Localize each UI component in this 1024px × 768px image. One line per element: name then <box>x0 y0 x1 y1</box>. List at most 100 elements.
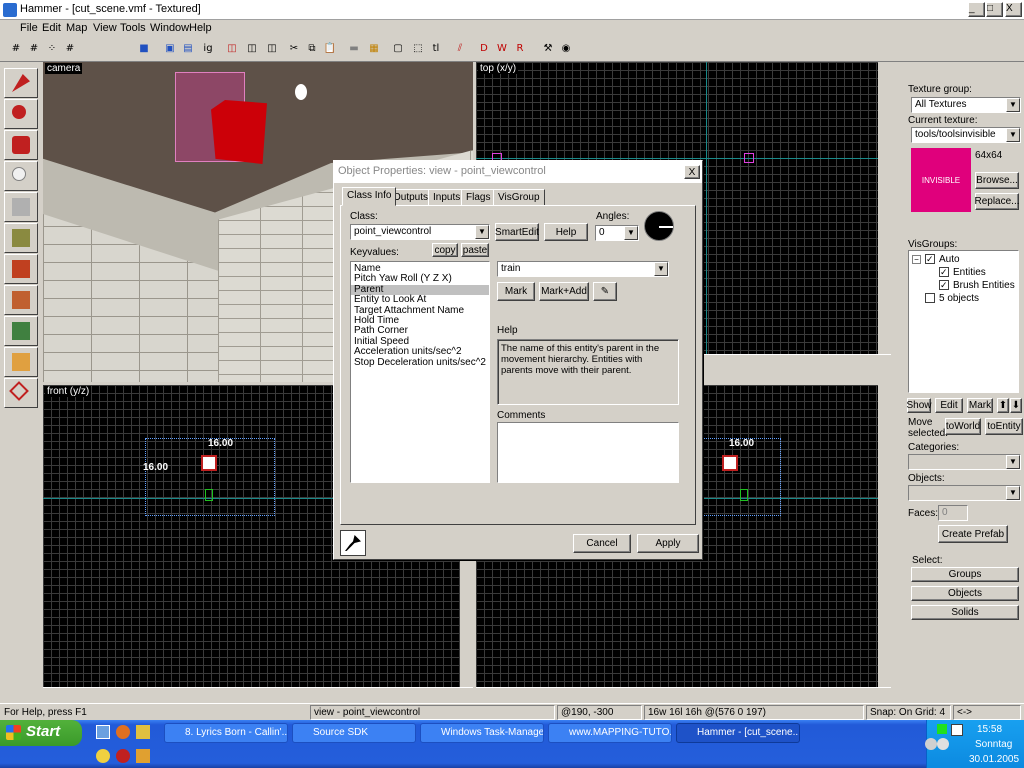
taskbar-item-winamp[interactable]: 8. Lyrics Born - Callin'... <box>164 723 288 743</box>
worldlight-icon[interactable]: W <box>494 41 510 57</box>
desktop-icon[interactable] <box>96 725 110 739</box>
game-icon[interactable] <box>116 749 130 763</box>
menu-view[interactable]: View <box>93 22 117 34</box>
tab-class-info[interactable]: Class Info <box>342 187 397 206</box>
start-button[interactable]: Start <box>0 720 82 746</box>
visgroups-tree[interactable]: − ✓ Auto ✓ Entities ✓ Brush Entities 5 o… <box>908 250 1019 393</box>
tl-icon[interactable]: tl <box>428 41 444 57</box>
overlay-tool[interactable] <box>4 316 38 346</box>
ignore-group-icon[interactable]: ig <box>200 41 216 57</box>
show-button[interactable]: Show <box>907 398 932 413</box>
back-icon[interactable] <box>925 738 937 750</box>
clipping-tool[interactable] <box>4 347 38 377</box>
keyvalue-row[interactable]: Entity to Look At <box>351 294 489 305</box>
entity-tool[interactable] <box>4 161 38 191</box>
menu-help[interactable]: Help <box>189 22 212 34</box>
texture-lock-icon[interactable]: ▦ <box>366 41 382 57</box>
class-select[interactable]: point_viewcontrol ▼ <box>350 224 490 240</box>
show-all-icon[interactable]: ◫ <box>264 41 280 57</box>
angle-dial[interactable] <box>644 211 674 241</box>
keyvalue-row[interactable]: Acceleration units/sec^2 <box>351 346 489 357</box>
magnify-tool[interactable] <box>4 99 38 129</box>
cut-icon[interactable]: ✂ <box>286 41 302 57</box>
tab-inputs[interactable]: Inputs <box>428 189 466 206</box>
tab-visgroup[interactable]: VisGroup <box>493 189 545 206</box>
arrow-down-button[interactable]: ⬇ <box>1010 398 1022 413</box>
objects-select[interactable]: ▼ <box>908 485 1021 501</box>
hide-entity-icon[interactable]: D <box>476 41 492 57</box>
volume-icon[interactable] <box>937 738 949 750</box>
copy-icon[interactable]: ⧉ <box>304 41 320 57</box>
taskbar-item-source-sdk[interactable]: Source SDK <box>292 723 416 743</box>
cancel-button[interactable]: Cancel <box>573 534 631 553</box>
copy-button[interactable]: copy <box>432 243 458 257</box>
keyvalues-list[interactable]: Name Pitch Yaw Roll (Y Z X) Parent Entit… <box>350 261 490 483</box>
visgroup-checkbox[interactable]: ✓ <box>925 254 935 264</box>
visgroup-item[interactable]: Brush Entities <box>953 280 1015 291</box>
texture-group-select[interactable]: All Textures ▼ <box>911 97 1021 113</box>
front-hscroll[interactable] <box>43 687 473 700</box>
menu-map[interactable]: Map <box>66 22 87 34</box>
visgroup-item[interactable]: 5 objects <box>939 293 979 304</box>
taskbar-item-hammer[interactable]: Hammer - [cut_scene... <box>676 723 800 743</box>
select-groups-button[interactable]: Groups <box>911 567 1019 582</box>
mark-vis-button[interactable]: Mark <box>967 398 993 413</box>
ungroup-icon[interactable]: ▤ <box>180 41 196 57</box>
grid-toggle-icon[interactable]: # <box>8 41 24 57</box>
camera-tool[interactable] <box>4 130 38 160</box>
current-texture-select[interactable]: tools/toolsinvisible ▼ <box>911 127 1021 143</box>
create-prefab-button[interactable]: Create Prefab <box>938 525 1008 543</box>
to-entity-button[interactable]: toEntity <box>985 418 1023 435</box>
menu-edit[interactable]: Edit <box>42 22 61 34</box>
visgroup-item[interactable]: Entities <box>953 267 986 278</box>
comments-field[interactable] <box>497 422 679 483</box>
selection-tool[interactable] <box>4 68 38 98</box>
block-tool[interactable] <box>4 192 38 222</box>
select-objects-button[interactable]: Objects <box>911 586 1019 601</box>
carve-icon[interactable]: ▬ <box>346 41 362 57</box>
minimize-button[interactable]: _ <box>968 2 985 17</box>
pick-entity-button[interactable] <box>340 530 366 556</box>
angles-select[interactable]: 0 ▼ <box>595 225 639 241</box>
autoselect-icon[interactable]: ◉ <box>558 41 574 57</box>
vertex-tool[interactable] <box>4 378 38 408</box>
visgroup-checkbox[interactable] <box>925 293 935 303</box>
help-button[interactable]: Help <box>544 223 588 241</box>
select-solids-button[interactable]: Solids <box>911 605 1019 620</box>
tab-flags[interactable]: Flags <box>461 189 496 206</box>
vertex-icon[interactable]: ⫽ <box>452 41 468 57</box>
grid-3d-icon[interactable]: # <box>26 41 42 57</box>
visgroup-item[interactable]: Auto <box>939 254 960 265</box>
app-icon[interactable] <box>136 725 150 739</box>
eyedropper-button[interactable]: ✎ <box>593 282 617 301</box>
tree-expander[interactable]: − <box>912 255 921 264</box>
taskbar-item-browser[interactable]: www.MAPPING-TUTO... <box>548 723 672 743</box>
to-world-button[interactable]: toWorld <box>945 418 981 435</box>
tools-icon[interactable]: ⚒ <box>540 41 556 57</box>
hide-selected-icon[interactable]: ◫ <box>224 41 240 57</box>
grid-small-icon[interactable]: # <box>62 41 78 57</box>
close-button[interactable]: X <box>1005 2 1022 17</box>
apply-button[interactable]: Apply <box>637 534 699 553</box>
apply-texture-tool[interactable] <box>4 254 38 284</box>
group-icon[interactable]: ▣ <box>162 41 178 57</box>
paste-icon[interactable]: 📋 <box>322 41 338 57</box>
run-map-icon[interactable]: R <box>512 41 528 57</box>
menu-file[interactable]: File <box>20 22 38 34</box>
menu-tools[interactable]: Tools <box>120 22 146 34</box>
side-hscroll[interactable] <box>476 687 891 700</box>
texture-tool[interactable] <box>4 223 38 253</box>
smartedit-button[interactable]: SmartEdit <box>495 223 539 241</box>
maximize-button[interactable]: □ <box>986 2 1003 17</box>
taskbar-item-task-manager[interactable]: Windows Task-Manager <box>420 723 544 743</box>
keyvalue-row[interactable]: Stop Deceleration units/sec^2 <box>351 357 489 368</box>
hide-unselected-icon[interactable]: ◫ <box>244 41 260 57</box>
browse-button[interactable]: Browse... <box>975 172 1019 189</box>
top-vscroll[interactable] <box>878 62 891 354</box>
grid-dots-icon[interactable]: ⁘ <box>44 41 60 57</box>
dialog-close-button[interactable]: X <box>684 165 700 179</box>
firefox-icon[interactable] <box>116 725 130 739</box>
cordon-icon[interactable]: ■ <box>136 41 152 57</box>
mark-add-button[interactable]: Mark+Add <box>539 282 589 301</box>
paste-button[interactable]: paste <box>461 243 489 257</box>
